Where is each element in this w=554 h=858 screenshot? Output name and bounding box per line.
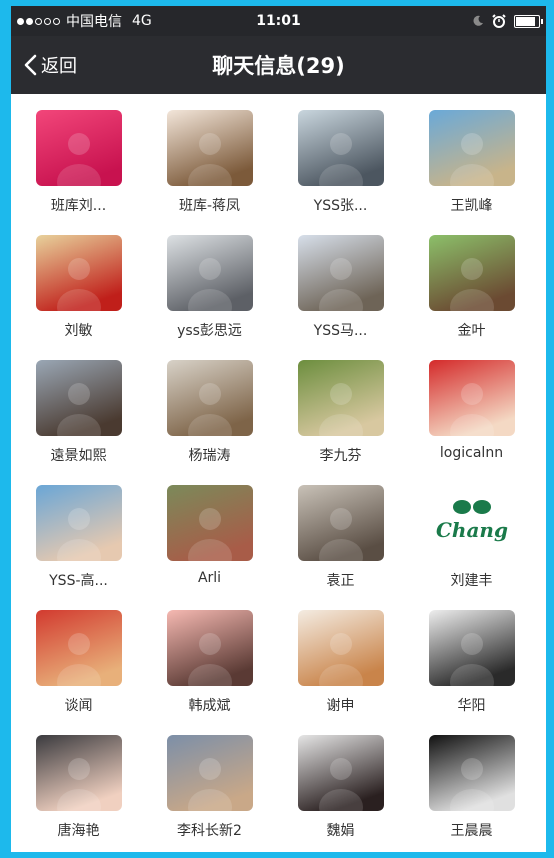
member-name: 班库刘... xyxy=(50,198,107,214)
member-item[interactable]: 李九芬 xyxy=(275,360,406,485)
member-name: YSS马... xyxy=(313,323,368,339)
member-grid: 班库刘... 班库-蒋凤 YSS张... 王凯峰刘敏 yss彭思远 YSS马... 金叶遠景… xyxy=(11,94,546,852)
page-title: 聊天信息(29) xyxy=(212,54,345,78)
member-avatar[interactable] xyxy=(35,235,122,311)
member-avatar[interactable] xyxy=(166,360,253,436)
member-name: logicalnn xyxy=(439,445,504,461)
member-avatar[interactable] xyxy=(35,360,122,436)
member-item[interactable]: yss彭思远 xyxy=(144,235,275,360)
member-item[interactable]: 华阳 xyxy=(406,610,537,735)
member-name: 金叶 xyxy=(457,323,486,339)
member-avatar[interactable] xyxy=(297,110,384,186)
back-button[interactable]: 返回 xyxy=(23,36,77,94)
phone-screen: 中国电信 4G 11:01 返回 聊天信息(29) 班库刘... 班库-蒋凤 YSS… xyxy=(11,6,546,852)
member-name: 刘建丰 xyxy=(450,573,493,589)
member-item[interactable]: 韩成斌 xyxy=(144,610,275,735)
member-avatar[interactable] xyxy=(166,485,253,561)
member-item[interactable]: 班库-蒋凤 xyxy=(144,110,275,235)
member-avatar[interactable] xyxy=(297,735,384,811)
member-avatar[interactable] xyxy=(166,610,253,686)
navigation-bar: 返回 聊天信息(29) xyxy=(11,36,546,94)
member-name: 魏娟 xyxy=(326,823,355,839)
member-avatar[interactable]: Chang xyxy=(428,485,515,561)
member-name: 杨瑞涛 xyxy=(188,448,231,464)
member-avatar[interactable] xyxy=(297,235,384,311)
member-name: 遠景如熙 xyxy=(50,448,107,464)
member-item[interactable]: 谈闻 xyxy=(13,610,144,735)
member-item[interactable]: 王凯峰 xyxy=(406,110,537,235)
chevron-left-icon xyxy=(24,54,37,76)
network-type: 4G xyxy=(132,13,152,29)
member-avatar[interactable] xyxy=(35,110,122,186)
member-item[interactable]: 刘敏 xyxy=(13,235,144,360)
status-bar: 中国电信 4G 11:01 xyxy=(11,6,546,36)
member-name: 班库-蒋凤 xyxy=(178,198,241,214)
member-item[interactable]: YSS张... xyxy=(275,110,406,235)
member-name: 刘敏 xyxy=(64,323,93,339)
member-item[interactable]: 金叶 xyxy=(406,235,537,360)
member-avatar[interactable] xyxy=(428,235,515,311)
member-avatar[interactable] xyxy=(428,360,515,436)
member-name: 李九芬 xyxy=(319,448,362,464)
member-name: 王凯峰 xyxy=(450,198,493,214)
member-item[interactable]: 班库刘... xyxy=(13,110,144,235)
member-name: yss彭思远 xyxy=(177,323,242,339)
member-avatar[interactable] xyxy=(428,110,515,186)
member-item[interactable]: Arli xyxy=(144,485,275,610)
member-name: 王晨晨 xyxy=(450,823,493,839)
member-item[interactable]: 魏娟 xyxy=(275,735,406,852)
member-list-area: 班库刘... 班库-蒋凤 YSS张... 王凯峰刘敏 yss彭思远 YSS马... 金叶遠景… xyxy=(11,94,546,852)
member-name: YSS-高... xyxy=(49,573,108,589)
member-avatar[interactable] xyxy=(35,610,122,686)
member-avatar[interactable] xyxy=(297,485,384,561)
member-item[interactable]: 王晨晨 xyxy=(406,735,537,852)
member-name: 谢申 xyxy=(326,698,355,714)
carrier-name: 中国电信 xyxy=(66,14,122,30)
member-avatar[interactable] xyxy=(297,610,384,686)
member-avatar[interactable] xyxy=(428,735,515,811)
member-avatar[interactable] xyxy=(35,735,122,811)
member-name: 袁正 xyxy=(326,573,355,589)
moon-icon xyxy=(473,15,483,26)
member-avatar[interactable] xyxy=(297,360,384,436)
member-avatar[interactable] xyxy=(166,110,253,186)
member-name: YSS张... xyxy=(313,198,368,214)
member-item[interactable]: 谢申 xyxy=(275,610,406,735)
member-item[interactable]: logicalnn xyxy=(406,360,537,485)
member-item[interactable]: 杨瑞涛 xyxy=(144,360,275,485)
member-avatar[interactable] xyxy=(428,610,515,686)
svg-text:Chang: Chang xyxy=(436,518,508,542)
member-name: 谈闻 xyxy=(64,698,93,714)
member-item[interactable]: 李科长新2 xyxy=(144,735,275,852)
member-name: Arli xyxy=(197,570,222,586)
signal-strength-icon xyxy=(17,17,60,25)
member-item[interactable]: Chang 刘建丰 xyxy=(406,485,537,610)
member-avatar[interactable] xyxy=(166,735,253,811)
member-item[interactable]: 袁正 xyxy=(275,485,406,610)
member-item[interactable]: YSS-高... xyxy=(13,485,144,610)
member-item[interactable]: 遠景如熙 xyxy=(13,360,144,485)
back-label: 返回 xyxy=(41,56,77,77)
member-item[interactable]: YSS马... xyxy=(275,235,406,360)
member-name: 华阳 xyxy=(457,698,486,714)
member-name: 李科长新2 xyxy=(177,823,242,839)
member-name: 韩成斌 xyxy=(188,698,231,714)
member-avatar[interactable] xyxy=(166,235,253,311)
battery-icon xyxy=(514,14,543,28)
member-name: 唐海艳 xyxy=(57,823,100,839)
member-item[interactable]: 唐海艳 xyxy=(13,735,144,852)
member-avatar[interactable] xyxy=(35,485,122,561)
alarm-icon xyxy=(492,14,506,28)
